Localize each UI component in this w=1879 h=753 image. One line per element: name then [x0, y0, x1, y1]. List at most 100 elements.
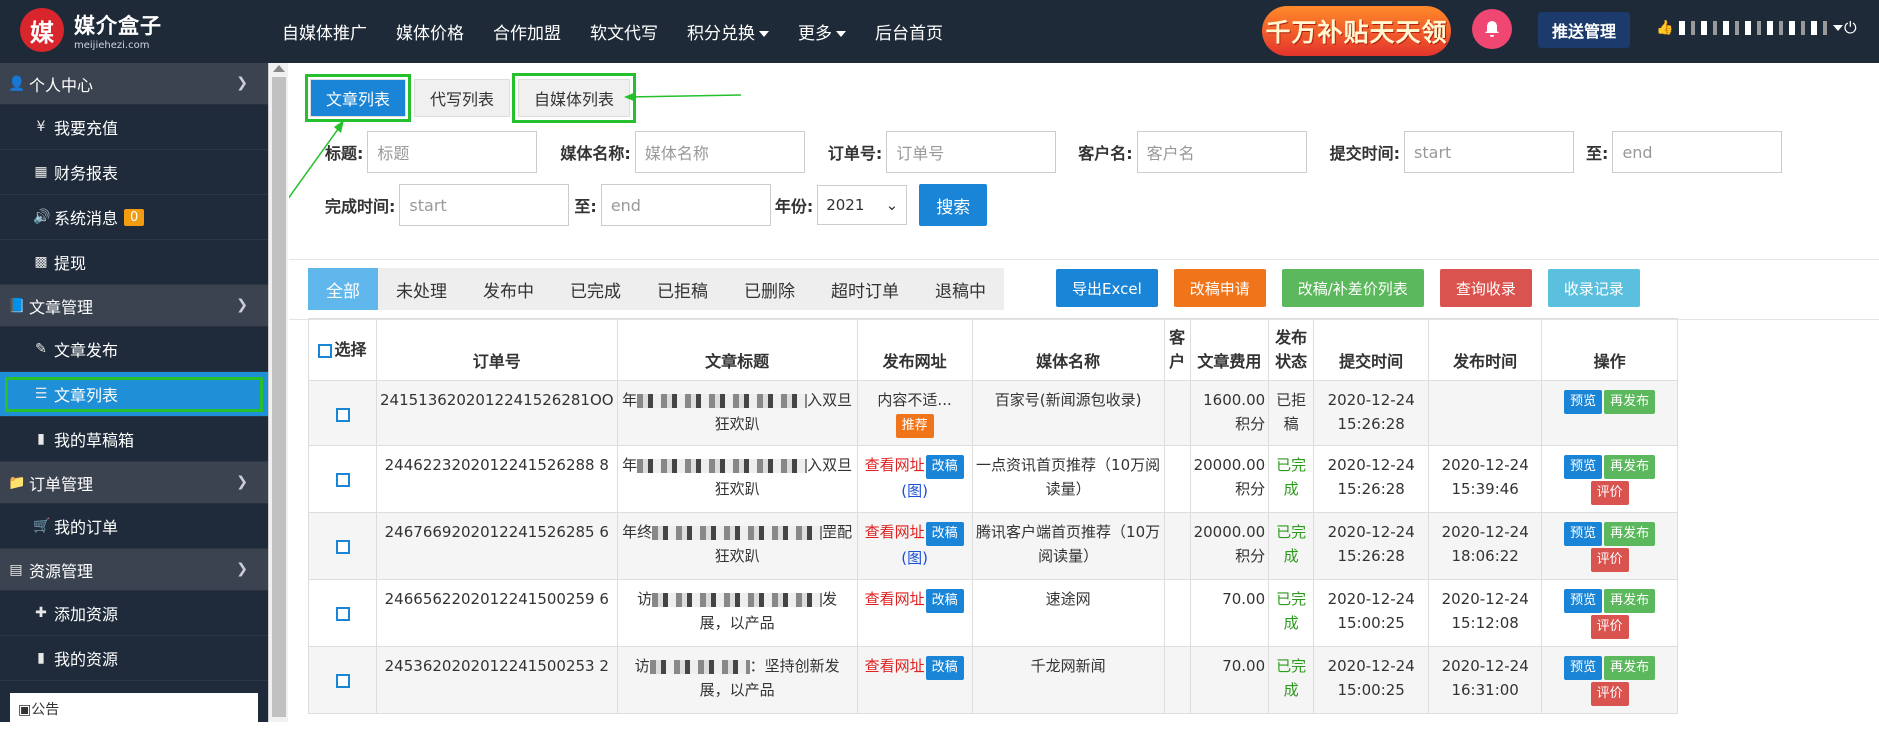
search-button[interactable]: 搜索: [919, 184, 988, 226]
sidebar-group-label: 资源管理: [29, 561, 94, 581]
chevron-right-icon: ❯: [236, 561, 248, 577]
revise-button[interactable]: 改稿: [925, 589, 964, 613]
status-tab-publishing[interactable]: 发布中: [465, 268, 552, 310]
sidebar-item-recharge[interactable]: ¥ 我要充值: [0, 105, 268, 150]
order-number-input[interactable]: 订单号: [886, 131, 1057, 173]
notice-panel: ▣公告: [10, 693, 258, 753]
view-url-link[interactable]: 查看网址: [865, 657, 925, 675]
select-all-header[interactable]: 选择: [308, 318, 377, 381]
nav-admin-home[interactable]: 后台首页: [875, 19, 943, 44]
republish-button[interactable]: 再发布: [1604, 656, 1656, 680]
status-tab-pending[interactable]: 未处理: [378, 268, 465, 310]
title-input[interactable]: 标题: [367, 131, 538, 173]
submit-time: 2020-12-24 15:00:25: [1313, 579, 1430, 647]
preview-button[interactable]: 预览: [1564, 390, 1603, 414]
status-tab-returning[interactable]: 退稿中: [917, 268, 1004, 310]
row-checkbox[interactable]: [335, 674, 350, 688]
view-url-link[interactable]: 查看网址: [865, 523, 925, 541]
export-excel-button[interactable]: 导出Excel: [1056, 269, 1158, 307]
promo-banner[interactable]: 千万补贴天天领: [1262, 6, 1451, 56]
nav-media-promo[interactable]: 自媒体推广: [282, 19, 367, 44]
client-name-input[interactable]: 客户名: [1136, 131, 1307, 173]
preview-button[interactable]: 预览: [1564, 455, 1603, 479]
nav-points-exchange[interactable]: 积分兑换: [687, 19, 769, 44]
status-tab-all[interactable]: 全部: [308, 268, 378, 310]
nav-more[interactable]: 更多: [798, 19, 846, 44]
review-button[interactable]: 评价: [1590, 615, 1629, 639]
sidebar-item-my-resources[interactable]: ▮ 我的资源: [0, 636, 268, 681]
sidebar-item-messages[interactable]: 🔊 系统消息 0: [0, 195, 268, 240]
sidebar-scrollbar[interactable]: [268, 63, 288, 722]
recommend-tag[interactable]: 推荐: [895, 414, 934, 438]
republish-button[interactable]: 再发布: [1604, 589, 1656, 613]
sidebar-item-label: 提现: [54, 254, 87, 273]
query-index-button[interactable]: 查询收录: [1439, 269, 1532, 307]
submit-end-input[interactable]: end: [1612, 131, 1783, 173]
revise-button[interactable]: 改稿: [925, 455, 964, 479]
row-checkbox[interactable]: [335, 607, 350, 621]
scroll-up-icon[interactable]: [273, 65, 285, 72]
sidebar-group-orders[interactable]: 📁 订单管理 ❯: [0, 462, 268, 504]
fee: 70.00: [1189, 579, 1270, 647]
revise-button[interactable]: 改稿: [925, 522, 964, 546]
sidebar-group-personal[interactable]: 👤 个人中心 ❯: [0, 63, 268, 105]
sidebar-item-withdraw[interactable]: ▩ 提现: [0, 240, 268, 285]
republish-button[interactable]: 再发布: [1604, 455, 1656, 479]
row-checkbox[interactable]: [335, 473, 350, 487]
finish-end-input[interactable]: end: [600, 184, 771, 226]
index-records-button[interactable]: 收录记录: [1547, 269, 1640, 307]
preview-button[interactable]: 预览: [1564, 522, 1603, 546]
header-status: 发布状态: [1268, 318, 1315, 381]
bell-icon[interactable]: [1472, 9, 1512, 49]
title-part: 展，以产品: [699, 681, 775, 699]
fee: 1600.00积分: [1189, 380, 1270, 446]
media-name-input[interactable]: 媒体名称: [634, 131, 805, 173]
sidebar-group-resources[interactable]: ▤ 资源管理 ❯: [0, 549, 268, 591]
sidebar-group-articles[interactable]: 📘 文章管理 ❯: [0, 285, 268, 327]
folder-icon: 📁: [8, 474, 26, 491]
sidebar-item-add-resource[interactable]: ✚ 添加资源: [0, 591, 268, 636]
status-tab-rejected[interactable]: 已拒稿: [639, 268, 726, 310]
nav-ghostwrite[interactable]: 软文代写: [590, 19, 658, 44]
sidebar-item-my-orders[interactable]: 🛒 我的订单: [0, 504, 268, 549]
preview-button[interactable]: 预览: [1564, 589, 1603, 613]
publish-url-cell: 查看网址 改稿: [856, 646, 973, 714]
review-button[interactable]: 评价: [1590, 682, 1629, 706]
preview-button[interactable]: 预览: [1564, 656, 1603, 680]
status-tab-done[interactable]: 已完成: [552, 268, 639, 310]
power-icon[interactable]: ⏻: [1844, 18, 1857, 38]
row-checkbox[interactable]: [335, 540, 350, 554]
nav-media-price[interactable]: 媒体价格: [396, 19, 464, 44]
sidebar-item-finance[interactable]: ▦ 财务报表: [0, 150, 268, 195]
image-link[interactable]: (图): [901, 549, 928, 567]
revision-list-button[interactable]: 改稿/补差价列表: [1281, 269, 1424, 307]
brand-logo[interactable]: 媒 媒介盒子 meijiehezi.com: [20, 8, 162, 52]
year-label: 年份:: [774, 197, 814, 216]
review-button[interactable]: 评价: [1590, 548, 1629, 572]
sidebar-item-label: 文章列表: [54, 386, 119, 405]
finish-start-input[interactable]: start: [399, 184, 570, 226]
checkbox[interactable]: [318, 343, 333, 358]
row-checkbox[interactable]: [335, 408, 350, 422]
view-url-link[interactable]: 查看网址: [865, 456, 925, 474]
status-tab-deleted[interactable]: 已删除: [726, 268, 813, 310]
media-name: 速途网: [971, 579, 1165, 647]
sidebar-item-drafts[interactable]: ▮ 我的草稿箱: [0, 417, 268, 462]
review-button[interactable]: 评价: [1590, 481, 1629, 505]
year-select[interactable]: 2021 ⌄: [817, 185, 908, 225]
republish-button[interactable]: 再发布: [1604, 522, 1656, 546]
revision-request-button[interactable]: 改稿申请: [1173, 269, 1266, 307]
nav-partner[interactable]: 合作加盟: [493, 19, 561, 44]
revise-button[interactable]: 改稿: [925, 656, 964, 680]
republish-button[interactable]: 再发布: [1604, 390, 1656, 414]
view-url-link[interactable]: 查看网址: [865, 590, 925, 608]
sidebar-item-article-list[interactable]: ☰ 文章列表: [0, 372, 268, 417]
scroll-thumb[interactable]: [272, 77, 286, 717]
status-tab-timeout[interactable]: 超时订单: [813, 268, 917, 310]
image-link[interactable]: (图): [901, 482, 928, 500]
user-menu[interactable]: 👍: [1656, 20, 1844, 36]
push-management-button[interactable]: 推送管理: [1538, 12, 1630, 48]
message-count-badge: 0: [124, 208, 145, 226]
sidebar-item-publish[interactable]: ✎ 文章发布: [0, 327, 268, 372]
submit-start-input[interactable]: start: [1404, 131, 1575, 173]
